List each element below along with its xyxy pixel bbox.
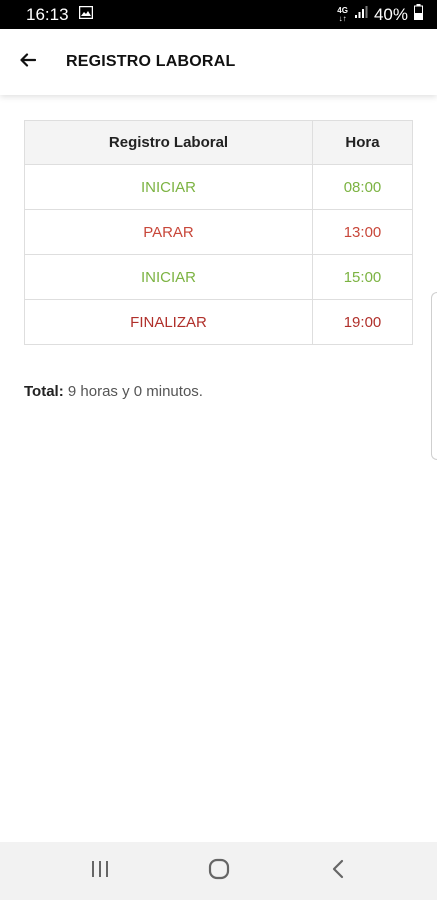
total-value: 9 horas y 0 minutos. (63, 383, 203, 400)
recents-button[interactable] (70, 842, 130, 900)
recents-icon (90, 860, 110, 883)
home-button[interactable] (189, 842, 249, 900)
app-header: REGISTRO LABORAL (0, 29, 437, 95)
table-header-row: Registro Laboral Hora (24, 120, 413, 165)
row-action: INICIAR (24, 164, 313, 210)
system-nav-bar (0, 842, 437, 900)
page-title: REGISTRO LABORAL (66, 53, 236, 70)
row-action: FINALIZAR (24, 299, 313, 345)
edge-panel-handle[interactable] (431, 292, 437, 460)
battery-percent: 40% (373, 4, 408, 24)
table-row: PARAR 13:00 (24, 209, 413, 255)
row-time: 15:00 (312, 254, 413, 300)
home-icon (208, 858, 230, 885)
column-header-hora: Hora (312, 120, 413, 165)
row-time: 08:00 (312, 164, 413, 210)
back-chevron-icon (331, 859, 345, 884)
status-time: 16:13 (26, 4, 69, 24)
row-action: INICIAR (24, 254, 313, 300)
signal-icon (354, 5, 368, 24)
back-button[interactable] (0, 29, 56, 95)
table-row: INICIAR 15:00 (24, 254, 413, 300)
status-bar: 16:13 4G ↓↑ 40% (0, 0, 437, 29)
row-time: 13:00 (312, 209, 413, 255)
row-time: 19:00 (312, 299, 413, 345)
total-summary: Total: 9 horas y 0 minutos. (24, 383, 203, 400)
gallery-icon (78, 5, 93, 24)
work-log-table: Registro Laboral Hora INICIAR 08:00 PARA… (24, 120, 413, 345)
table-row: FINALIZAR 19:00 (24, 299, 413, 345)
total-label: Total: (24, 383, 64, 400)
table-row: INICIAR 08:00 (24, 164, 413, 210)
arrow-left-icon (20, 52, 37, 72)
battery-icon (414, 4, 423, 25)
nav-back-button[interactable] (308, 842, 368, 900)
row-action: PARAR (24, 209, 313, 255)
column-header-registro: Registro Laboral (24, 120, 313, 165)
network-type-icon: 4G ↓↑ (337, 5, 348, 23)
